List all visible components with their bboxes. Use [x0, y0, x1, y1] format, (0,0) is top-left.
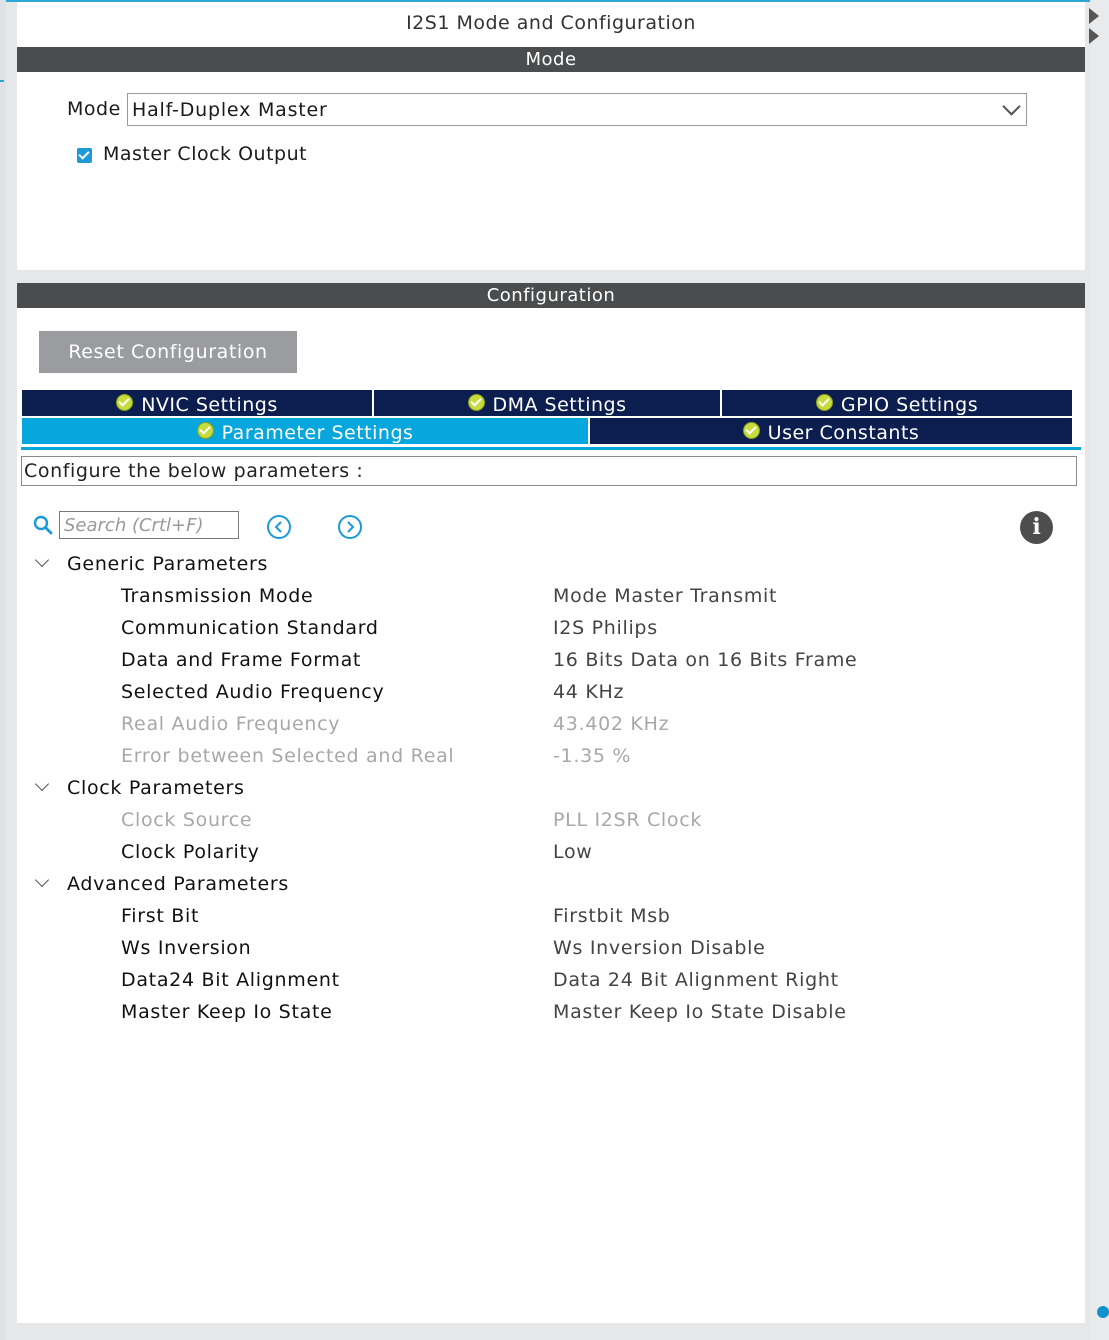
- search-icon[interactable]: [33, 515, 53, 535]
- status-ok-icon: [742, 422, 760, 439]
- configuration-header: Configuration: [17, 283, 1085, 308]
- parameter-value[interactable]: Firstbit Msb: [553, 905, 671, 927]
- chevron-down-icon[interactable]: [34, 552, 50, 568]
- tab-parameter-settings[interactable]: Parameter Settings: [22, 418, 588, 444]
- tab-nvic-settings[interactable]: NVIC Settings: [22, 390, 372, 416]
- parameter-tree: Generic Parameters Transmission Mode Mod…: [17, 549, 1085, 1029]
- parameter-row[interactable]: Selected Audio Frequency 44 KHz: [17, 677, 1085, 709]
- description-box: Configure the below parameters :: [21, 456, 1077, 486]
- parameter-value[interactable]: Mode Master Transmit: [553, 585, 777, 607]
- parameter-row[interactable]: Transmission Mode Mode Master Transmit: [17, 581, 1085, 613]
- left-edge: [0, 0, 6, 1340]
- reset-configuration-button[interactable]: Reset Configuration: [39, 331, 297, 373]
- left-edge-accent: [0, 80, 4, 82]
- mode-header: Mode: [17, 47, 1085, 72]
- parameter-name[interactable]: Ws Inversion: [121, 937, 251, 959]
- master-clock-output-checkbox[interactable]: [77, 148, 92, 163]
- status-ok-icon: [815, 394, 833, 411]
- parameter-value: 43.402 KHz: [553, 713, 670, 735]
- parameter-value[interactable]: Ws Inversion Disable: [553, 937, 765, 959]
- parameter-name[interactable]: First Bit: [121, 905, 199, 927]
- parameter-name[interactable]: Clock Polarity: [121, 841, 260, 863]
- right-scroll-strip: [1090, 0, 1109, 1340]
- group-generic-parameters[interactable]: Generic Parameters: [67, 553, 268, 575]
- parameter-value[interactable]: 44 KHz: [553, 681, 624, 703]
- mode-select[interactable]: Half-Duplex Master: [127, 93, 1027, 126]
- info-icon[interactable]: i: [1020, 511, 1053, 544]
- parameter-name: Error between Selected and Real: [121, 745, 455, 767]
- master-clock-output-label[interactable]: Master Clock Output: [103, 143, 307, 165]
- search-input[interactable]: [59, 511, 239, 539]
- parameter-value: PLL I2SR Clock: [553, 809, 703, 831]
- description-text: Configure the below parameters :: [24, 460, 364, 482]
- mode-label: Mode: [67, 98, 121, 120]
- next-match-icon[interactable]: [337, 514, 363, 540]
- parameter-name[interactable]: Data24 Bit Alignment: [121, 969, 340, 991]
- group-row[interactable]: Clock Parameters: [17, 773, 1085, 805]
- tab-label: GPIO Settings: [840, 394, 979, 416]
- parameter-name: Clock Source: [121, 809, 253, 831]
- parameter-row[interactable]: First Bit Firstbit Msb: [17, 901, 1085, 933]
- parameter-name[interactable]: Communication Standard: [121, 617, 379, 639]
- parameter-value[interactable]: Low: [553, 841, 593, 863]
- parameter-name[interactable]: Master Keep Io State: [121, 1001, 332, 1023]
- tab-label: User Constants: [767, 422, 920, 444]
- parameter-row[interactable]: Master Keep Io State Master Keep Io Stat…: [17, 997, 1085, 1029]
- tab-user-constants[interactable]: User Constants: [590, 418, 1072, 444]
- group-clock-parameters[interactable]: Clock Parameters: [67, 777, 245, 799]
- parameter-value[interactable]: I2S Philips: [553, 617, 658, 639]
- status-ok-icon: [196, 422, 214, 439]
- group-row[interactable]: Advanced Parameters: [17, 869, 1085, 901]
- parameter-row[interactable]: Clock Polarity Low: [17, 837, 1085, 869]
- tab-dma-settings[interactable]: DMA Settings: [374, 390, 720, 416]
- parameter-row: Error between Selected and Real -1.35 %: [17, 741, 1085, 773]
- tab-label: NVIC Settings: [141, 394, 278, 416]
- parameter-value: -1.35 %: [553, 745, 632, 767]
- mode-panel: I2S1 Mode and Configuration Mode Mode Ha…: [17, 2, 1085, 270]
- parameter-row[interactable]: Data and Frame Format 16 Bits Data on 16…: [17, 645, 1085, 677]
- scroll-indicator[interactable]: [1097, 1306, 1109, 1318]
- tab-gpio-settings[interactable]: GPIO Settings: [722, 390, 1072, 416]
- parameter-row[interactable]: Data24 Bit Alignment Data 24 Bit Alignme…: [17, 965, 1085, 997]
- scroll-left-arrow-icon[interactable]: [1089, 8, 1099, 24]
- group-advanced-parameters[interactable]: Advanced Parameters: [67, 873, 289, 895]
- chevron-down-icon[interactable]: [1002, 97, 1021, 116]
- parameter-name[interactable]: Transmission Mode: [121, 585, 313, 607]
- group-row[interactable]: Generic Parameters: [17, 549, 1085, 581]
- status-ok-icon: [116, 394, 134, 411]
- tab-label: Parameter Settings: [221, 422, 414, 444]
- mode-select-value: Half-Duplex Master: [132, 99, 328, 121]
- parameter-name[interactable]: Selected Audio Frequency: [121, 681, 384, 703]
- chevron-down-icon[interactable]: [34, 776, 50, 792]
- window-title: I2S1 Mode and Configuration: [406, 12, 696, 34]
- parameter-value[interactable]: Data 24 Bit Alignment Right: [553, 969, 839, 991]
- chevron-down-icon[interactable]: [34, 872, 50, 888]
- parameter-name: Real Audio Frequency: [121, 713, 341, 735]
- parameter-row: Clock Source PLL I2SR Clock: [17, 805, 1085, 837]
- parameter-row[interactable]: Communication Standard I2S Philips: [17, 613, 1085, 645]
- scroll-right-arrow-icon[interactable]: [1089, 28, 1099, 44]
- parameter-name[interactable]: Data and Frame Format: [121, 649, 361, 671]
- parameter-value[interactable]: 16 Bits Data on 16 Bits Frame: [553, 649, 857, 671]
- active-tab-underline: [21, 447, 1081, 450]
- parameter-value[interactable]: Master Keep Io State Disable: [553, 1001, 847, 1023]
- configuration-panel: Configuration Reset Configuration NVIC S…: [17, 283, 1085, 1323]
- status-ok-icon: [467, 394, 485, 411]
- previous-match-icon[interactable]: [266, 514, 292, 540]
- tab-label: DMA Settings: [492, 394, 627, 416]
- parameter-row: Real Audio Frequency 43.402 KHz: [17, 709, 1085, 741]
- parameter-row[interactable]: Ws Inversion Ws Inversion Disable: [17, 933, 1085, 965]
